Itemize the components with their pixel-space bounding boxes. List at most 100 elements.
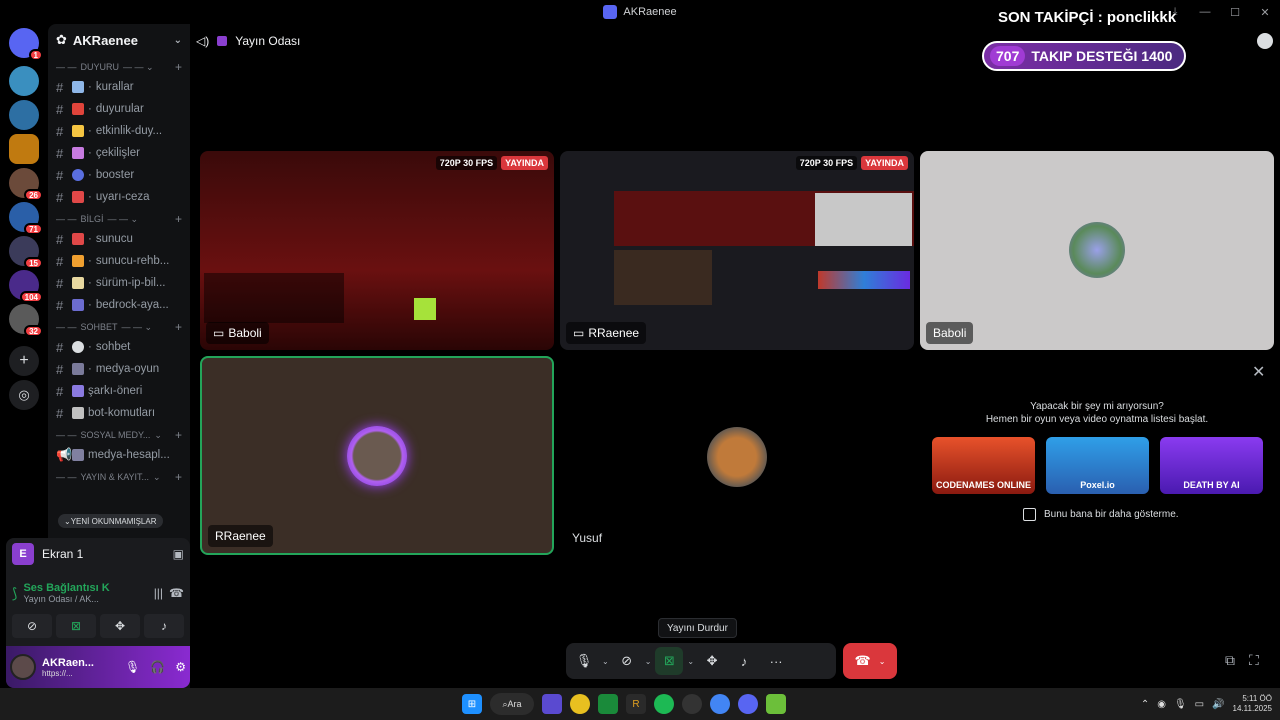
xbox-icon[interactable] <box>598 694 618 714</box>
category-sohbet[interactable]: — — SOHBET — — ⌄ + <box>48 318 190 336</box>
channel-item[interactable]: # bot-komutları <box>48 402 190 424</box>
server-icon[interactable]: 32 <box>9 304 43 337</box>
microphone-button[interactable]: 🎙 <box>570 647 598 675</box>
disconnect-button[interactable]: ☎ ⌄ <box>843 643 897 679</box>
clock[interactable]: 5:11 ÖÖ 14.11.2025 <box>1233 694 1272 714</box>
channel-item[interactable]: # · booster <box>48 164 190 186</box>
category-yayin[interactable]: — — YAYIN & KAYIT... ⌄ + <box>48 468 190 486</box>
home-icon[interactable]: 1 <box>9 28 43 61</box>
plus-icon[interactable]: + <box>175 212 182 226</box>
channel-item[interactable]: 📢 medya-hesapl... <box>48 444 190 466</box>
server-icon[interactable]: 71 <box>9 202 43 235</box>
minimize-icon[interactable]: — <box>1190 0 1220 24</box>
channel-item[interactable]: # · duyurular <box>48 98 190 120</box>
checkbox[interactable] <box>1023 508 1036 521</box>
channel-item[interactable]: # · etkinlik-duy... <box>48 120 190 142</box>
channel-item[interactable]: # · çekilişler <box>48 142 190 164</box>
channel-item[interactable]: # şarkı-öneri <box>48 380 190 402</box>
activity-card[interactable]: DEATH BY AI <box>1160 437 1263 494</box>
goal-current: 707 <box>990 46 1026 66</box>
channel-item[interactable]: # · sürüm-ip-bil... <box>48 272 190 294</box>
stream-badges: 720P 30 FPS YAYINDA <box>435 156 548 170</box>
camera-off-icon[interactable]: ⊘ <box>12 614 52 638</box>
close-icon[interactable]: ✕ <box>1252 362 1265 382</box>
plus-icon[interactable]: + <box>175 60 182 74</box>
chevron-down-icon[interactable]: ⌄ <box>879 657 886 666</box>
disconnect-icon[interactable]: ☎ <box>169 586 184 600</box>
server-icon[interactable] <box>9 134 39 164</box>
server-icon[interactable]: 26 <box>9 168 43 201</box>
stream-tile[interactable]: 720P 30 FPS YAYINDA ▭ RRaenee <box>560 151 914 350</box>
app-icon[interactable] <box>682 694 702 714</box>
server-icon[interactable]: 15 <box>9 236 43 269</box>
server-icon[interactable] <box>9 66 39 96</box>
category-bilgi[interactable]: — — BİLGİ — — ⌄ + <box>48 210 190 228</box>
chrome-icon[interactable] <box>710 694 730 714</box>
channel-item[interactable]: # · sunucu <box>48 228 190 250</box>
soundboard-icon[interactable]: ♪ <box>144 614 184 638</box>
voice-channel-link[interactable]: Yayın Odası / AK... <box>23 594 147 604</box>
avatar[interactable] <box>707 427 767 487</box>
microphone-icon[interactable]: 🎙 <box>1174 699 1187 710</box>
server-icon[interactable] <box>9 100 39 130</box>
search-label: Ara <box>507 699 522 709</box>
dont-show-checkbox[interactable]: Bunu bana bir daha gösterme. <box>1023 508 1179 521</box>
server-header[interactable]: ✿ AKRaenee ⌄ <box>48 24 190 56</box>
chevron-down-icon[interactable]: ⌄ <box>602 657 609 666</box>
noise-suppression-icon[interactable]: ||| <box>154 586 163 600</box>
unread-pill[interactable]: ⌄ YENİ OKUNMAMIŞLAR <box>58 514 163 528</box>
category-duyuru[interactable]: — — DUYURU — — ⌄ + <box>48 58 190 76</box>
network-icon[interactable]: ◉ <box>1157 699 1166 710</box>
microphone-icon[interactable]: 🎙 <box>125 660 140 674</box>
windows-start-icon[interactable]: ⊞ <box>462 694 482 714</box>
screen-share-icon[interactable]: ⊠ <box>56 614 96 638</box>
soundboard-button[interactable]: ♪ <box>730 647 758 675</box>
screen-share-row[interactable]: E Ekran 1 ▣ <box>6 538 190 570</box>
maximize-icon[interactable]: ☐ <box>1220 0 1250 24</box>
server-icon[interactable]: 104 <box>9 270 43 303</box>
minecraft-icon[interactable] <box>766 694 786 714</box>
more-options-button[interactable]: ··· <box>762 647 790 675</box>
add-server-icon[interactable]: + <box>9 346 39 376</box>
spotify-icon[interactable] <box>654 694 674 714</box>
category-sosyal[interactable]: — — SOSYAL MEDY... ⌄ + <box>48 426 190 444</box>
chevron-up-icon[interactable]: ⌃ <box>1141 699 1149 710</box>
activities-icon[interactable]: ✥ <box>100 614 140 638</box>
nested-activities <box>818 271 910 289</box>
chevron-down-icon[interactable]: ⌄ <box>687 657 694 666</box>
avatar[interactable] <box>10 654 36 680</box>
stop-stream-button[interactable]: ⊠ <box>655 647 684 675</box>
channel-item[interactable]: # · sunucu-rehb... <box>48 250 190 272</box>
close-icon[interactable]: ✕ <box>1250 0 1280 24</box>
volume-icon[interactable]: 🔊 <box>1212 699 1224 710</box>
gear-icon[interactable]: ⚙ <box>175 660 186 674</box>
headphones-icon[interactable]: 🎧 <box>150 660 165 674</box>
teams-icon[interactable] <box>542 694 562 714</box>
fullscreen-icon[interactable]: ⛶ <box>1249 652 1259 669</box>
channel-item[interactable]: # · sohbet <box>48 336 190 358</box>
camera-off-button[interactable]: ⊘ <box>613 647 641 675</box>
popout-icon[interactable]: ⧉ <box>1225 652 1235 669</box>
explore-icon[interactable]: ◎ <box>9 380 39 410</box>
monitor-icon[interactable]: ▭ <box>1195 699 1204 710</box>
activity-card[interactable]: CODENAMES ONLINE <box>932 437 1035 494</box>
stream-tile[interactable]: 720P 30 FPS YAYINDA ▭ Baboli <box>200 151 554 350</box>
chevron-down-icon[interactable]: ⌄ <box>645 657 652 666</box>
chat-icon[interactable] <box>1257 33 1273 49</box>
channel-item[interactable]: # · uyarı-ceza <box>48 186 190 208</box>
activities-button[interactable]: ✥ <box>698 647 726 675</box>
participant-tile-speaking[interactable]: RRaenee <box>200 356 554 555</box>
app-icon[interactable] <box>570 694 590 714</box>
stop-screen-icon[interactable]: ▣ <box>173 547 184 561</box>
channel-item[interactable]: # · bedrock-aya... <box>48 294 190 316</box>
channel-item[interactable]: # · medya-oyun <box>48 358 190 380</box>
search-button[interactable]: ⌕ Ara <box>490 693 534 715</box>
activity-card[interactable]: Poxel.io <box>1046 437 1149 494</box>
discord-icon[interactable] <box>738 694 758 714</box>
channel-item[interactable]: # · kurallar <box>48 76 190 98</box>
plus-icon[interactable]: + <box>175 320 182 334</box>
plus-icon[interactable]: + <box>175 470 182 484</box>
plus-icon[interactable]: + <box>175 428 182 442</box>
participant-tile[interactable]: Baboli <box>920 151 1274 350</box>
app-icon[interactable]: R <box>626 694 646 714</box>
